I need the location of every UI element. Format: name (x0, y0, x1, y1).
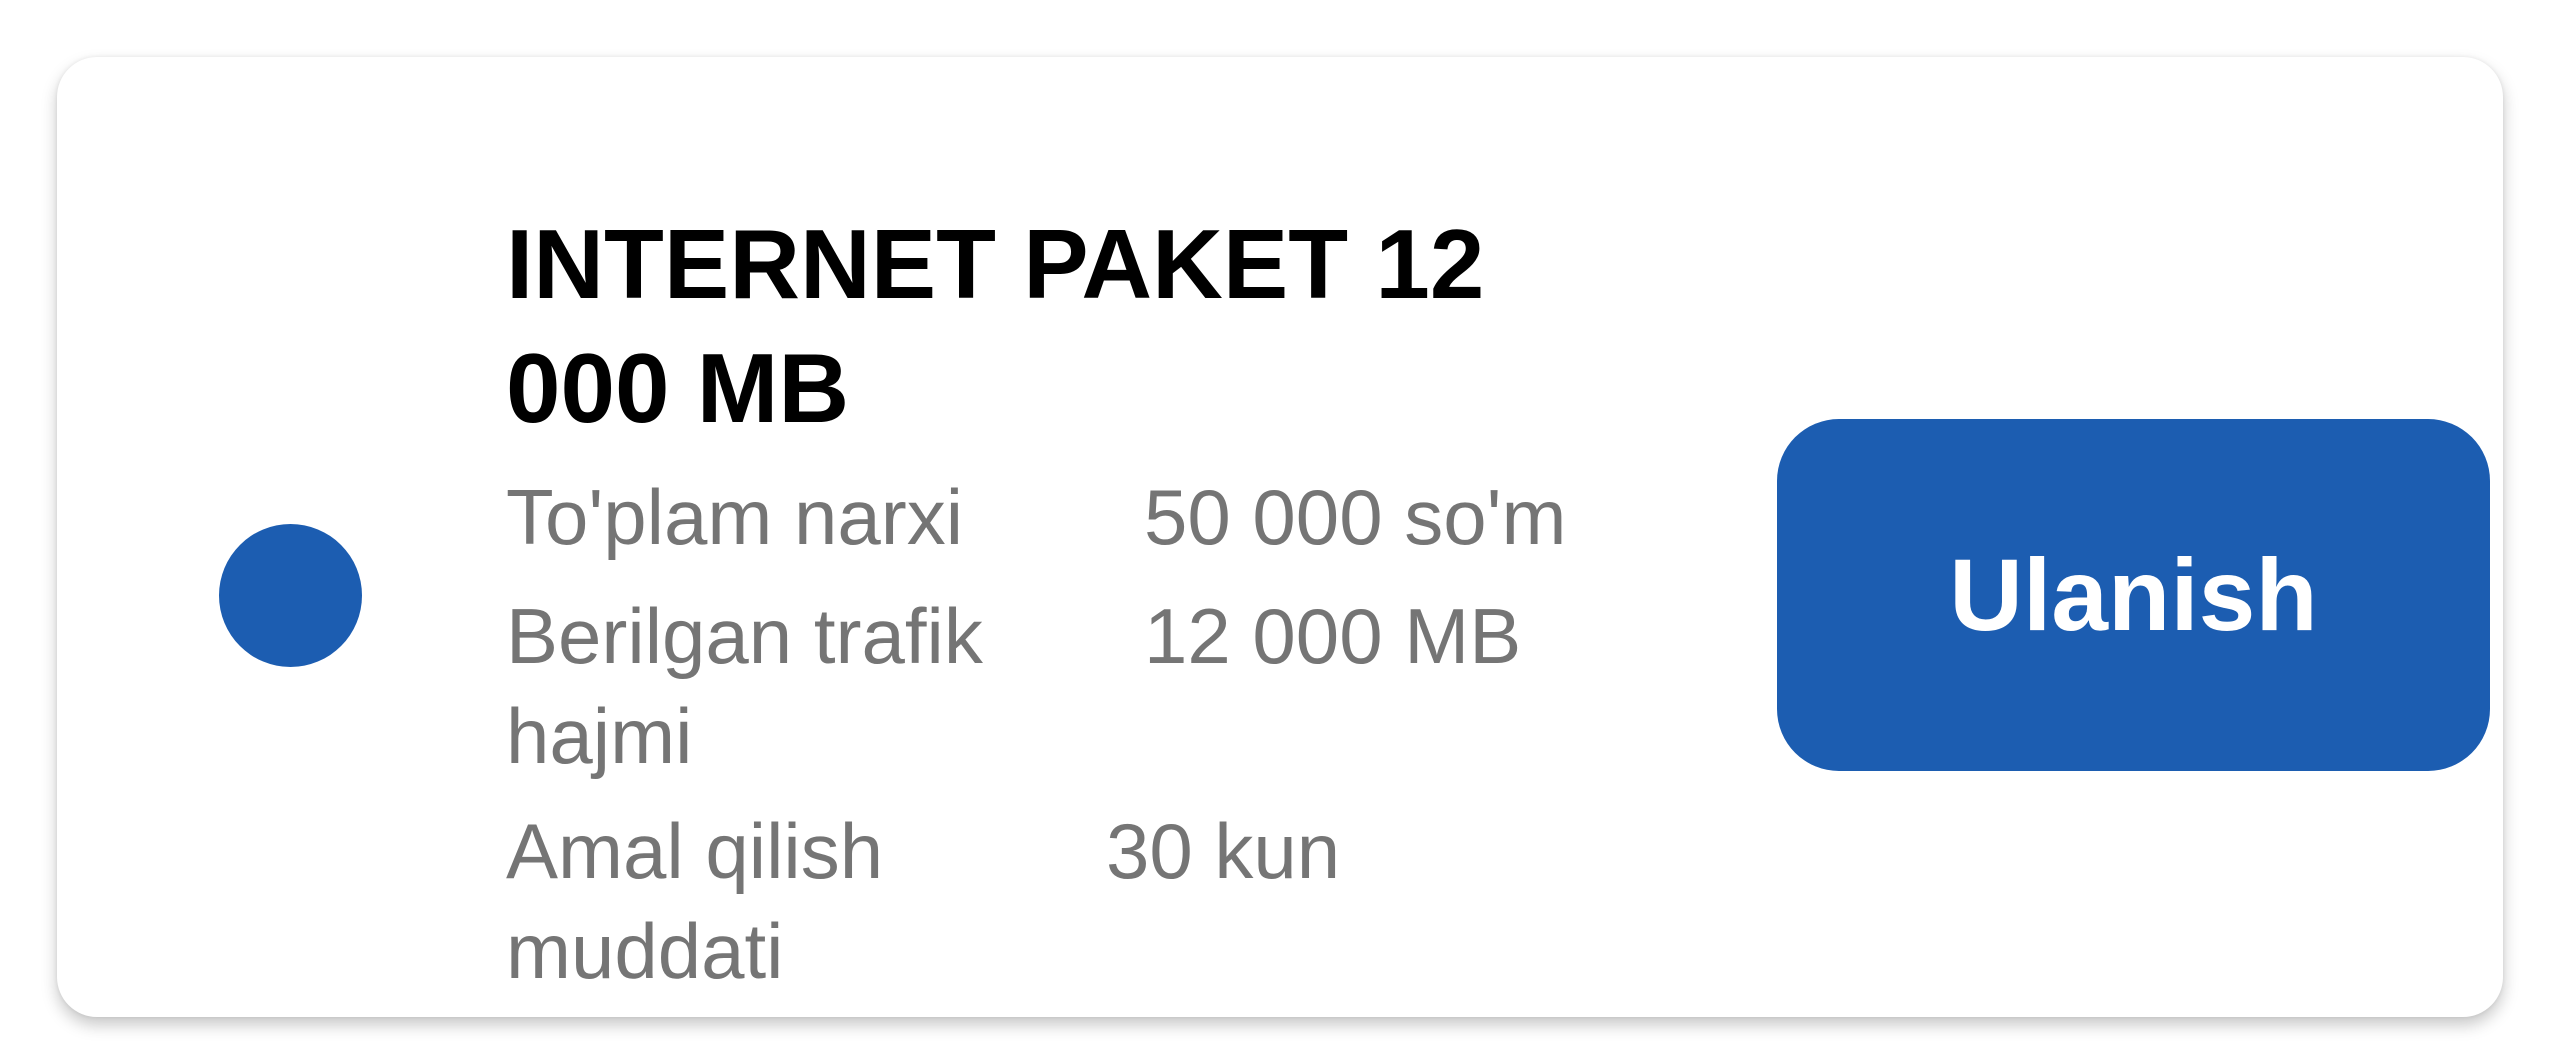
detail-label-validity: Amal qilish muddati (506, 807, 884, 995)
detail-value-price: 50 000 so'm (1144, 473, 1567, 561)
detail-value-traffic: 12 000 MB (1144, 592, 1522, 680)
detail-label-price: To'plam narxi (506, 473, 964, 561)
radio-dot-icon[interactable] (219, 524, 362, 667)
connect-button[interactable]: Ulanish (1777, 419, 2490, 771)
package-title: INTERNET PAKET 12 000 MB (506, 209, 1485, 443)
detail-label-traffic: Berilgan trafik hajmi (506, 592, 983, 780)
package-card: INTERNET PAKET 12 000 MB To'plam narxi 5… (57, 57, 2503, 1017)
detail-value-validity: 30 kun (1106, 807, 1341, 895)
